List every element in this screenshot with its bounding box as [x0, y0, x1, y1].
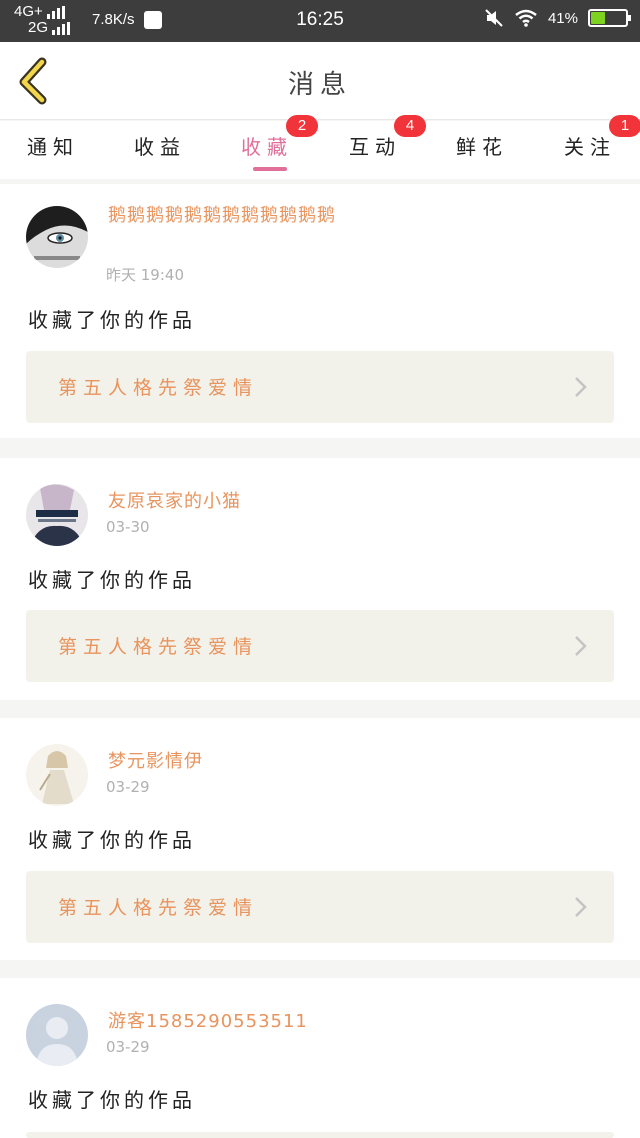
action-text: 收藏了你的作品 [28, 568, 196, 592]
tab-bar: 通知 收益 收藏 2 互动 4 鲜花 关注 1 [0, 115, 640, 179]
chevron-right-icon [575, 636, 587, 656]
tab-flowers[interactable]: 鲜花 [437, 121, 527, 179]
page-title: 消息 [287, 70, 352, 100]
work-link[interactable] [26, 1132, 614, 1138]
tab-badge: 2 [286, 115, 318, 137]
battery-percent: 41% [547, 9, 578, 27]
avatar-image [26, 744, 88, 806]
header: 消息 [0, 42, 640, 120]
action-text: 收藏了你的作品 [28, 828, 196, 852]
work-title: 第五人格先祭爱情 [58, 636, 259, 658]
tab-favorites[interactable]: 收藏 2 [222, 115, 318, 179]
tab-label: 通知 [27, 135, 79, 159]
tab-badge: 4 [394, 115, 426, 137]
tab-following[interactable]: 关注 1 [545, 115, 640, 179]
tab-interactions[interactable]: 互动 4 [330, 115, 426, 179]
avatar[interactable] [26, 1004, 88, 1066]
tab-label: 收益 [134, 135, 186, 159]
status-bar: 4G+ 2G 7.8K/s 16:25 41% [0, 0, 640, 42]
message-time: 03-29 [106, 778, 150, 796]
message-card: 游客1585290553511 03-29 收藏了你的作品 [0, 978, 640, 1138]
action-text: 收藏了你的作品 [28, 308, 196, 332]
active-tab-indicator [253, 167, 287, 171]
message-card: 友原哀家的小猫 03-30 收藏了你的作品 第五人格先祭爱情 [0, 458, 640, 700]
work-link[interactable]: 第五人格先祭爱情 [26, 871, 614, 943]
battery-icon [588, 9, 631, 27]
message-card: 鹅鹅鹅鹅鹅鹅鹅鹅鹅鹅鹅鹅 昨天 19:40 收藏了你的作品 第五人格先祭爱情 [0, 184, 640, 438]
work-title: 第五人格先祭爱情 [58, 897, 259, 919]
avatar-image [26, 484, 88, 546]
tab-label: 鲜花 [456, 135, 508, 159]
work-link[interactable]: 第五人格先祭爱情 [26, 351, 614, 423]
chevron-right-icon [575, 897, 587, 917]
avatar[interactable] [26, 744, 88, 806]
tab-notifications[interactable]: 通知 [8, 121, 98, 179]
username[interactable]: 梦元影情伊 [108, 748, 398, 776]
message-time: 03-30 [106, 518, 150, 536]
chevron-right-icon [575, 377, 587, 397]
message-time: 昨天 19:40 [106, 266, 184, 284]
wifi-icon [515, 9, 537, 27]
username[interactable]: 鹅鹅鹅鹅鹅鹅鹅鹅鹅鹅鹅鹅 [108, 202, 398, 230]
avatar[interactable] [26, 484, 88, 546]
tab-earnings[interactable]: 收益 [115, 121, 205, 179]
message-time: 03-29 [106, 1038, 150, 1056]
tab-badge: 1 [609, 115, 640, 137]
username[interactable]: 游客1585290553511 [108, 1008, 398, 1036]
mute-icon [485, 9, 503, 27]
message-card: 梦元影情伊 03-29 收藏了你的作品 第五人格先祭爱情 [0, 718, 640, 960]
work-title: 第五人格先祭爱情 [58, 377, 259, 399]
avatar-image [26, 206, 88, 268]
default-avatar-icon [26, 1004, 88, 1066]
action-text: 收藏了你的作品 [28, 1088, 196, 1112]
work-link[interactable]: 第五人格先祭爱情 [26, 610, 614, 682]
avatar[interactable] [26, 206, 88, 268]
username[interactable]: 友原哀家的小猫 [108, 488, 398, 516]
